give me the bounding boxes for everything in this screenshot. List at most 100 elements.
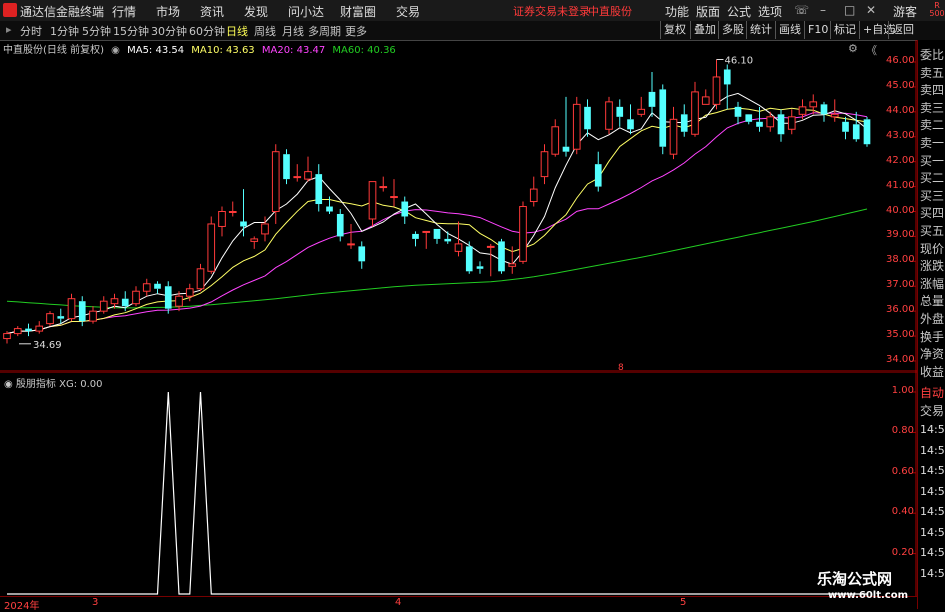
maximize-icon[interactable]: □ [844,3,855,17]
toolbar-stats[interactable]: 统计 [746,21,775,39]
candle[interactable] [863,116,871,147]
candle[interactable] [745,114,753,125]
candle[interactable] [830,99,839,122]
period-60min[interactable]: 60分钟 [189,23,225,39]
candle[interactable] [648,71,656,117]
period-5min[interactable]: 5分钟 [82,23,111,39]
candle[interactable] [46,311,54,327]
candle[interactable] [390,179,398,207]
kline-chart[interactable]: 46.10 34.69 8 [0,40,917,372]
candle[interactable] [99,296,108,314]
menu-trade[interactable]: 交易 [396,3,420,20]
menu-formula[interactable]: 公式 [727,3,751,20]
side-panel-item[interactable]: 外盘 [920,310,944,327]
candle[interactable] [669,106,678,160]
candle[interactable] [691,81,699,137]
candle[interactable] [540,144,549,185]
candle[interactable] [67,293,76,322]
candle[interactable] [315,164,323,212]
side-panel-item[interactable]: 买二 [920,169,944,186]
menu-market[interactable]: 市场 [156,3,180,20]
candle[interactable] [777,109,785,142]
candle[interactable] [787,109,796,135]
candle[interactable] [594,151,602,192]
candle[interactable] [368,181,377,227]
auto-label[interactable]: 自动 [920,384,944,401]
candle[interactable] [584,99,591,137]
side-panel-item[interactable]: 涨跌 [920,257,944,274]
candle[interactable] [25,323,32,337]
candle[interactable] [680,104,688,137]
candle[interactable] [842,116,849,140]
menu-wealth[interactable]: 财富圈 [340,3,376,20]
toolbar-f10[interactable]: F10 [804,21,831,39]
candle[interactable] [422,230,431,249]
candle[interactable] [35,321,44,334]
candle[interactable] [701,89,710,105]
candle[interactable] [132,286,140,307]
candle[interactable] [142,278,151,297]
side-panel-item[interactable]: 买五 [920,222,944,239]
candle[interactable] [712,59,721,110]
candle[interactable] [486,243,495,277]
candle[interactable] [401,196,409,224]
menu-options[interactable]: 选项 [758,3,782,20]
period-1min[interactable]: 1分钟 [50,23,79,39]
candle[interactable] [465,241,473,274]
candle[interactable] [562,96,570,157]
toolbar-back[interactable]: 返回 [888,21,917,39]
side-panel-item[interactable]: 委比 [920,46,944,63]
candle[interactable] [283,149,290,185]
candle[interactable] [347,223,355,249]
toolbar-mark[interactable]: 标记 [830,21,859,39]
side-panel-item[interactable]: 现价 [920,240,944,257]
toolbar-fuquan[interactable]: 复权 [660,21,689,39]
candle[interactable] [734,101,742,125]
candle[interactable] [358,241,366,269]
side-panel-item[interactable]: 收益 [920,363,944,380]
candle[interactable] [218,206,226,237]
support-icon[interactable]: ☏ [794,3,809,17]
candle[interactable] [154,281,161,294]
candle[interactable] [637,96,646,117]
candle[interactable] [207,216,216,274]
candle[interactable] [293,164,302,182]
menu-discover[interactable]: 发现 [244,3,268,20]
candle[interactable] [164,281,172,314]
candle[interactable] [250,236,259,249]
side-panel-item[interactable]: 换手 [920,328,944,345]
menu-quotes[interactable]: 行情 [112,3,136,20]
menu-ask[interactable]: 问小达 [288,3,324,20]
candle[interactable] [605,96,613,135]
candle[interactable] [228,201,237,217]
side-panel-item[interactable]: 涨幅 [920,275,944,292]
trade-label[interactable]: 交易 [920,402,944,419]
candle[interactable] [852,111,860,142]
toolbar-draw[interactable]: 画线 [775,21,804,39]
candle[interactable] [379,176,388,192]
candle[interactable] [412,231,419,247]
candle[interactable] [57,308,65,324]
side-panel-item[interactable]: 卖四 [920,81,944,98]
toolbar-multistock[interactable]: 多股 [718,21,747,39]
side-panel-item[interactable]: 卖二 [920,116,944,133]
candle[interactable] [498,238,505,274]
candle[interactable] [336,209,344,242]
period-30min[interactable]: 30分钟 [151,23,187,39]
period-multi[interactable]: 多周期 [308,23,341,39]
candle[interactable] [476,261,484,274]
candle[interactable] [627,104,634,135]
menu-news[interactable]: 资讯 [200,3,224,20]
candle[interactable] [529,176,538,207]
period-more[interactable]: 更多 [345,23,367,39]
candle[interactable] [240,189,247,237]
candle[interactable] [659,84,667,155]
side-panel-item[interactable]: 卖三 [920,99,944,116]
candle[interactable] [820,101,828,122]
candle[interactable] [454,221,463,257]
side-panel-item[interactable]: 买一 [920,152,944,169]
period-daily[interactable]: 日线 [226,23,248,39]
candle[interactable] [196,263,205,292]
side-panel-item[interactable]: 总量 [920,292,944,309]
side-panel-item[interactable]: 卖五 [920,64,944,81]
